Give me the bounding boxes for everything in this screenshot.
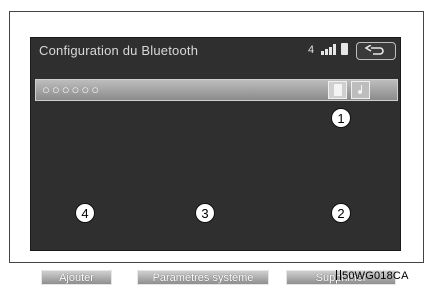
device-list-item[interactable]: ○○○○○○ bbox=[35, 79, 398, 101]
figure-code: 50WG018CA bbox=[336, 270, 409, 282]
back-button[interactable] bbox=[356, 42, 396, 60]
system-settings-button[interactable]: Paramètres système bbox=[137, 270, 269, 285]
frame-top bbox=[9, 11, 424, 12]
screen-title: Configuration du Bluetooth bbox=[39, 43, 199, 58]
device-name: ○○○○○○ bbox=[42, 82, 102, 97]
back-arrow-icon bbox=[365, 45, 384, 55]
phone-profile-button[interactable] bbox=[328, 81, 347, 99]
audio-profile-button[interactable] bbox=[351, 81, 370, 99]
phone-icon bbox=[333, 84, 342, 96]
signal-bars-icon bbox=[321, 44, 336, 55]
frame-left bbox=[9, 11, 10, 263]
callout-3: 3 bbox=[195, 203, 215, 223]
add-button[interactable]: Ajouter bbox=[41, 270, 112, 285]
frame-bottom bbox=[9, 262, 424, 263]
figure-code-text: 50WG018CA bbox=[342, 270, 409, 282]
battery-icon bbox=[341, 43, 348, 55]
callout-2: 2 bbox=[331, 203, 351, 223]
callout-4: 4 bbox=[75, 203, 95, 223]
signal-strength-label: 4 bbox=[308, 44, 315, 56]
figure-code-mark bbox=[336, 270, 341, 280]
system-settings-button-label: Paramètres système bbox=[152, 271, 254, 284]
add-button-label: Ajouter bbox=[59, 271, 94, 284]
callout-1: 1 bbox=[331, 108, 351, 128]
frame-right bbox=[423, 11, 424, 263]
audio-icon bbox=[357, 85, 362, 95]
